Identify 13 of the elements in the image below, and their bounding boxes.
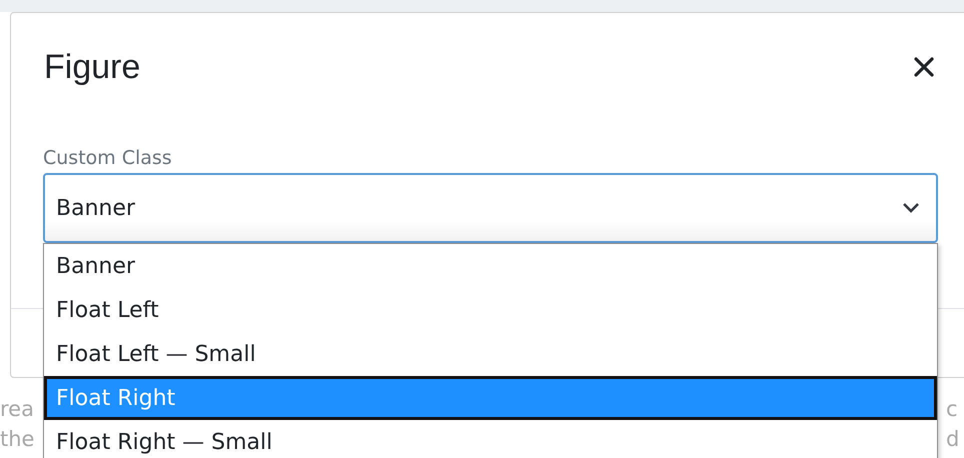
dialog-title: Figure: [44, 48, 140, 86]
background-text: the: [0, 426, 34, 452]
close-icon: [913, 56, 935, 78]
chevron-down-icon: [902, 202, 920, 214]
custom-class-select[interactable]: Banner: [43, 173, 938, 243]
dropdown-option[interactable]: Float Right — Small: [44, 420, 937, 458]
dropdown-option[interactable]: Float Left: [44, 288, 937, 332]
background-text: rea: [0, 396, 34, 422]
dropdown-option[interactable]: Banner: [44, 244, 937, 288]
background-text: d: [946, 426, 960, 452]
field-label: Custom Class: [43, 147, 172, 169]
dropdown-option[interactable]: Float Left — Small: [44, 332, 937, 376]
background-text: c: [946, 396, 958, 422]
